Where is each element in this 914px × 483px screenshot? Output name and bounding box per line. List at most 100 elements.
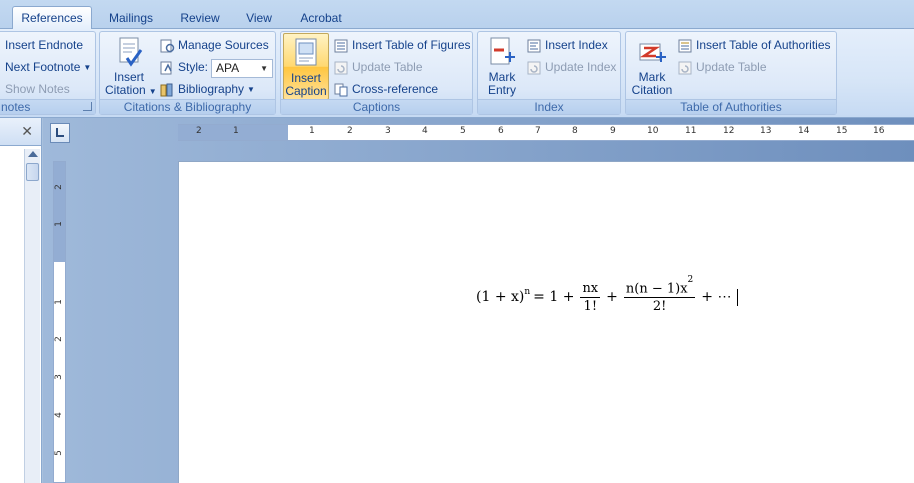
tab-selector-button[interactable]: [50, 123, 70, 143]
insert-citation-label-2: Citation ▼: [105, 83, 157, 97]
style-select-value: APA: [216, 61, 240, 75]
tab-references[interactable]: References: [12, 6, 92, 30]
update-index-button[interactable]: Update Index: [526, 58, 616, 77]
insert-table-of-figures-label: Insert Table of Figures: [352, 38, 471, 52]
table-of-figures-icon: [333, 38, 349, 54]
fraction-1: nx 1!: [580, 280, 601, 314]
ribbon: Insert Endnote Next Footnote ▼ Show Note…: [0, 29, 914, 118]
style-select[interactable]: APA ▼: [211, 59, 273, 78]
equation-lhs-exponent: n: [524, 287, 531, 297]
ruler-tick-label: 10: [647, 126, 659, 136]
captions-group-label: Captions: [281, 99, 472, 114]
close-icon[interactable]: ✕: [21, 123, 33, 140]
ruler-tick-label: 2: [347, 126, 353, 136]
mark-entry-icon: [486, 36, 518, 68]
next-footnote-button[interactable]: Next Footnote ▼: [5, 58, 91, 77]
ruler-tick-label: 8: [572, 126, 578, 136]
authorities-group-label: Table of Authorities: [626, 99, 836, 114]
mark-citation-button[interactable]: Mark Citation: [630, 36, 674, 98]
index-group-label: Index: [478, 99, 620, 114]
bibliography-icon: [159, 82, 175, 98]
mark-entry-label-2: Entry: [487, 83, 516, 97]
ruler-tick-label: 15: [836, 126, 848, 136]
ruler-tick-label: 11: [685, 126, 697, 136]
ribbon-tab-strip: References Mailings Review View Acrobat: [0, 0, 914, 30]
dialog-launcher-icon[interactable]: [83, 102, 92, 111]
ruler-tick-label: 13: [760, 126, 772, 136]
insert-caption-button[interactable]: Insert Caption: [283, 33, 329, 100]
ruler-tick-label: 1: [233, 126, 239, 136]
update-authorities-table-button[interactable]: Update Table: [677, 58, 767, 77]
update-table-label: Update Table: [352, 60, 423, 74]
pane-scrollbar[interactable]: [24, 149, 40, 483]
insert-citation-icon: [113, 36, 145, 68]
ruler-tick-label: 4: [422, 126, 428, 136]
insert-index-button[interactable]: Insert Index: [526, 36, 608, 55]
insert-index-label: Insert Index: [545, 38, 608, 52]
insert-index-icon: [526, 38, 542, 54]
ruler-tick-label: 12: [723, 126, 735, 136]
chevron-down-icon: ▼: [83, 63, 92, 72]
tab-mailings[interactable]: Mailings: [101, 9, 161, 29]
equation-tail: + ⋯: [701, 289, 732, 305]
cross-reference-icon: [333, 82, 349, 98]
horizontal-ruler[interactable]: 2 1 1 2 3 4 5 6 7 8 9 10 11 12 13 14 15 16: [178, 124, 914, 141]
vertical-ruler[interactable]: 2 1 1 2 3 4 5: [53, 161, 66, 483]
ruler-tick-label: 2: [53, 336, 64, 342]
ruler-tick-label: 7: [535, 126, 541, 136]
fraction-1-numerator: nx: [580, 280, 601, 298]
scroll-thumb[interactable]: [26, 163, 39, 181]
chevron-down-icon: ▼: [260, 64, 268, 73]
ruler-tick-label: 1: [53, 299, 64, 305]
insert-caption-label-2: Caption: [285, 84, 327, 98]
ruler-tick-label: 1: [53, 221, 64, 227]
show-notes-button[interactable]: Show Notes: [5, 80, 70, 99]
ruler-tick-label: 6: [498, 126, 504, 136]
insert-table-of-figures-button[interactable]: Insert Table of Figures: [333, 36, 471, 55]
scroll-up-icon[interactable]: [28, 151, 38, 157]
bibliography-button[interactable]: Bibliography ▼: [159, 80, 255, 99]
fraction-2-numerator: n(n − 1)x2: [623, 274, 696, 299]
style-label: Style:: [178, 60, 209, 74]
insert-citation-button[interactable]: Insert Citation ▼: [105, 36, 157, 98]
manage-sources-icon: [159, 38, 175, 54]
fraction-2-denominator: 2!: [652, 299, 667, 315]
style-label-row: Style:: [159, 58, 208, 77]
ruler-tick-label: 5: [460, 126, 466, 136]
insert-table-of-authorities-button[interactable]: Insert Table of Authorities: [677, 36, 831, 55]
index-group: Mark Entry Insert Index Update Index Ind…: [477, 31, 621, 115]
update-table-icon: [677, 60, 693, 76]
update-index-label: Update Index: [545, 60, 617, 74]
ruler-tick-label: 2: [196, 126, 202, 136]
tab-view[interactable]: View: [239, 9, 279, 29]
table-of-authorities-icon: [677, 38, 693, 54]
equation[interactable]: (1 + x) n = 1 + nx 1! + n(n − 1)x2 2! + ⋯: [476, 274, 739, 317]
style-icon: [159, 60, 175, 76]
equation-equals: = 1 +: [533, 289, 575, 305]
document-page[interactable]: [178, 161, 914, 483]
manage-sources-label: Manage Sources: [178, 38, 269, 52]
update-index-icon: [526, 60, 542, 76]
ruler-tick-label: 16: [873, 126, 885, 136]
fraction-2: n(n − 1)x2 2!: [623, 274, 696, 315]
footnotes-group-label: notes: [0, 99, 95, 114]
cross-reference-label: Cross-reference: [352, 82, 439, 96]
update-table-icon: [333, 60, 349, 76]
next-footnote-label: Next Footnote: [5, 60, 81, 74]
ruler-tick-label: 2: [53, 184, 64, 190]
tab-review[interactable]: Review: [173, 9, 227, 29]
equation-lhs: (1 + x): [476, 289, 525, 305]
left-tab-icon: [56, 128, 64, 137]
manage-sources-button[interactable]: Manage Sources: [159, 36, 269, 55]
ruler-tick-label: 14: [798, 126, 810, 136]
insert-endnote-button[interactable]: Insert Endnote: [5, 36, 83, 55]
mark-citation-label-2: Citation: [631, 83, 673, 97]
tab-acrobat[interactable]: Acrobat: [293, 9, 349, 29]
update-table-button[interactable]: Update Table: [333, 58, 423, 77]
ruler-tick-label: 3: [53, 374, 64, 380]
mark-entry-button[interactable]: Mark Entry: [482, 36, 522, 98]
fraction-2-exponent: 2: [687, 274, 694, 285]
citations-group-label: Citations & Bibliography: [100, 99, 275, 114]
cross-reference-button[interactable]: Cross-reference: [333, 80, 438, 99]
mark-citation-icon: [636, 36, 668, 68]
